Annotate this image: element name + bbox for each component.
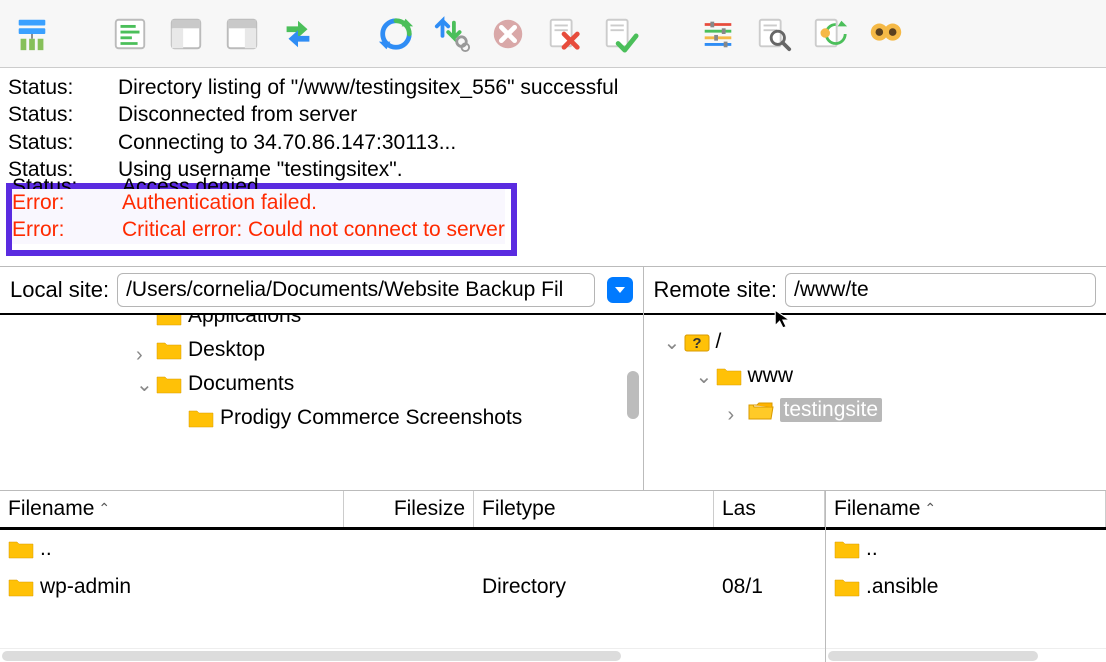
process-queue-button[interactable] [430, 12, 474, 56]
tree-item[interactable]: www [644, 359, 1106, 393]
local-path-dropdown-button[interactable] [607, 277, 633, 303]
remote-site-path-input[interactable] [785, 273, 1096, 307]
log-label: Status: [8, 101, 118, 128]
log-message-error: Critical error: Could not connect to ser… [122, 216, 505, 243]
local-site-path-input[interactable] [117, 273, 594, 307]
file-row[interactable]: .ansible [826, 568, 1106, 606]
folder-icon [716, 365, 742, 387]
local-site-label: Local site: [10, 277, 109, 303]
filter-button[interactable] [696, 12, 740, 56]
chevron-right-icon[interactable] [728, 403, 742, 417]
log-message: Access denied [122, 173, 259, 189]
log-message: Connecting to 34.70.86.147:30113... [118, 129, 456, 156]
tree-item[interactable]: ?/ [644, 325, 1106, 359]
toggle-local-tree-button[interactable] [164, 12, 208, 56]
tree-item-label: Applications [188, 315, 301, 328]
remote-panel: Remote site: ?/wwwtestingsite [644, 267, 1106, 490]
log-label-error: Error: [12, 216, 122, 243]
tree-item-label: Desktop [188, 338, 265, 362]
tree-item-label: www [748, 364, 794, 388]
find-button[interactable] [864, 12, 908, 56]
error-highlight-box: Status:Access denied Error:Authenticatio… [6, 183, 517, 256]
file-row[interactable]: .. [0, 530, 825, 568]
tree-item[interactable]: Desktop [0, 333, 643, 367]
folder-icon [834, 538, 860, 560]
folder-icon [156, 339, 182, 361]
search-button[interactable] [752, 12, 796, 56]
remote-directory-tree[interactable]: ?/wwwtestingsite [644, 315, 1106, 490]
tree-item[interactable]: Documents [0, 367, 643, 401]
chevron-down-icon[interactable] [696, 369, 710, 383]
folder-icon [156, 373, 182, 395]
column-header-filename[interactable]: Filename ⌃ [0, 491, 344, 527]
unknown-icon: ? [684, 331, 710, 353]
file-row[interactable]: .. [826, 530, 1106, 568]
column-header-filename[interactable]: Filename ⌃ [826, 491, 1106, 527]
log-message-error: Authentication failed. [122, 189, 317, 216]
file-row[interactable]: wp-admin Directory08/1 [0, 568, 825, 606]
scrollbar-thumb[interactable] [627, 371, 639, 419]
local-directory-tree[interactable]: .zsh_sessionsApplicationsDesktopDocument… [0, 315, 643, 490]
log-label: Status: [8, 129, 118, 156]
cancel-button[interactable] [486, 12, 530, 56]
log-label: Status: [8, 74, 118, 101]
remote-site-label: Remote site: [654, 277, 778, 303]
tree-item-label: Prodigy Commerce Screenshots [220, 406, 522, 430]
toggle-remote-tree-button[interactable] [220, 12, 264, 56]
chevron-down-icon[interactable] [664, 335, 678, 349]
column-header-filetype[interactable]: Filetype [474, 491, 714, 527]
tree-item-label: testingsite [780, 398, 883, 422]
sort-ascending-icon: ⌃ [924, 500, 936, 517]
svg-text:?: ? [692, 335, 701, 352]
file-name: wp-admin [40, 575, 131, 599]
chevron-right-icon[interactable] [136, 343, 150, 357]
tree-item[interactable]: testingsite [644, 393, 1106, 427]
compare-button[interactable] [808, 12, 852, 56]
main-toolbar [0, 0, 1106, 68]
message-log: Status:Directory listing of "/www/testin… [0, 68, 1106, 266]
sort-ascending-icon: ⌃ [98, 500, 110, 517]
tree-item[interactable]: Prodigy Commerce Screenshots [0, 401, 643, 435]
horizontal-scrollbar[interactable] [0, 648, 825, 662]
log-message: Directory listing of "/www/testingsitex_… [118, 74, 618, 101]
folder-icon [156, 315, 182, 327]
log-label: Status: [12, 173, 122, 189]
file-name: .. [866, 537, 878, 561]
column-header-filesize[interactable]: Filesize [344, 491, 474, 527]
folder-icon [8, 576, 34, 598]
file-name: .. [40, 537, 52, 561]
log-label-error: Error: [12, 189, 122, 216]
local-panel: Local site: .zsh_sessionsApplicationsDes… [0, 267, 644, 490]
tree-item-label: / [716, 330, 722, 354]
column-header-last-modified[interactable]: Las [714, 491, 825, 527]
file-name: .ansible [866, 575, 938, 599]
tree-item-label: Documents [188, 372, 294, 396]
site-manager-button[interactable] [10, 12, 54, 56]
local-file-list: Filename ⌃ Filesize Filetype Las .. wp-ad… [0, 491, 826, 662]
chevron-down-icon[interactable] [136, 377, 150, 391]
folder-open-icon [748, 399, 774, 421]
reconnect-button[interactable] [598, 12, 642, 56]
refresh-button[interactable] [374, 12, 418, 56]
horizontal-scrollbar[interactable] [826, 648, 1106, 662]
cell-filetype: Directory [474, 575, 714, 599]
cell-last: 08/1 [714, 575, 825, 599]
folder-icon [834, 576, 860, 598]
folder-icon [188, 407, 214, 429]
spacer [168, 411, 182, 425]
toggle-transfer-queue-button[interactable] [276, 12, 320, 56]
remote-file-list: Filename ⌃ .. .ansible [826, 491, 1106, 662]
log-message: Disconnected from server [118, 101, 357, 128]
spacer [136, 315, 150, 323]
disconnect-button[interactable] [542, 12, 586, 56]
folder-icon [8, 538, 34, 560]
toggle-log-button[interactable] [108, 12, 152, 56]
tree-item[interactable]: Applications [0, 315, 643, 333]
